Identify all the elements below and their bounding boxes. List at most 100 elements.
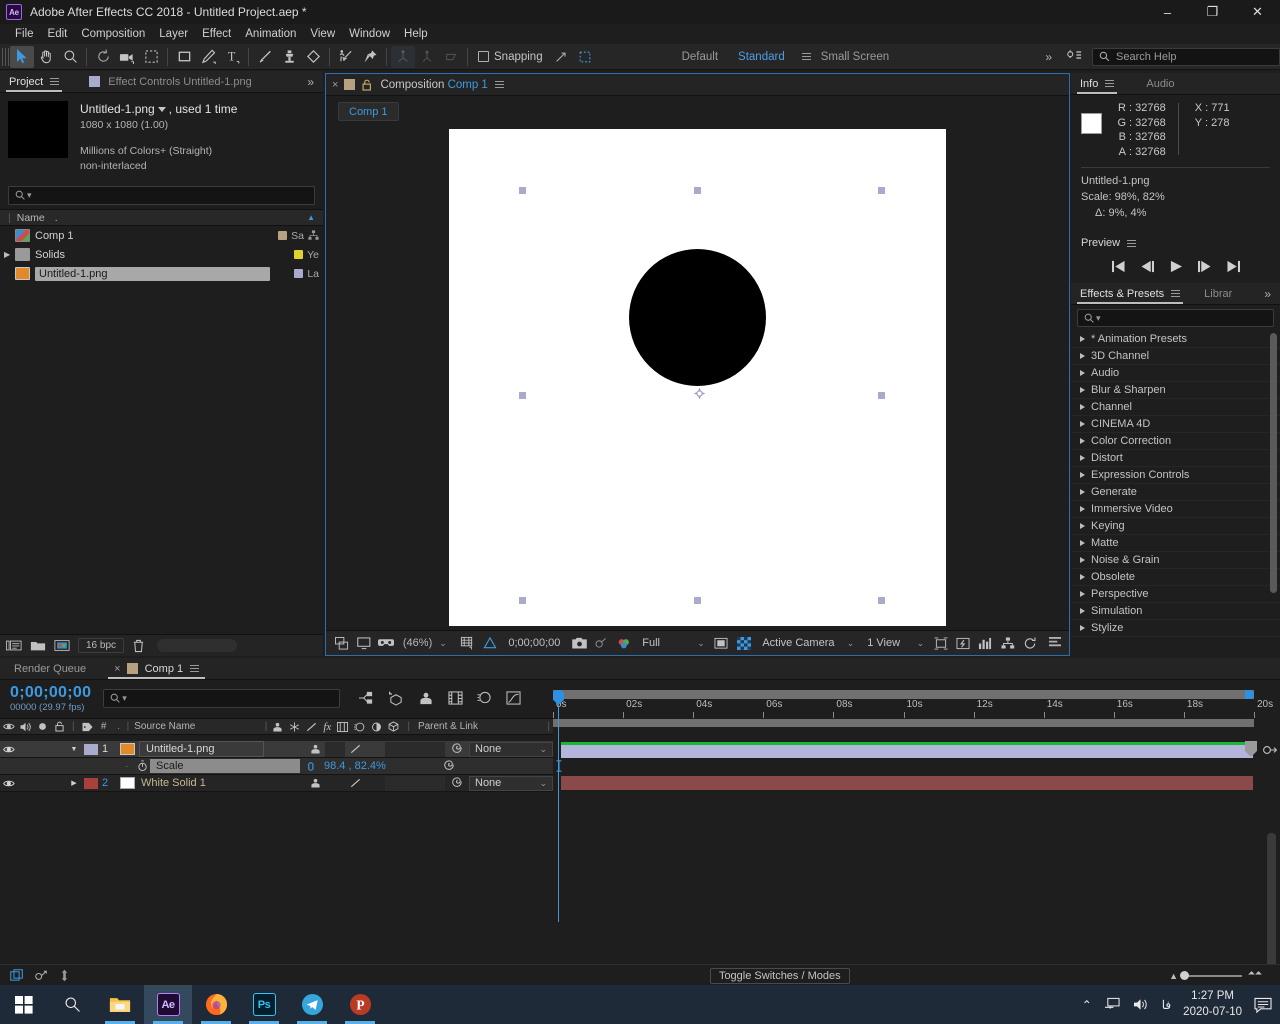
- graph-editor-icon[interactable]: [506, 691, 521, 705]
- volume-icon[interactable]: [1133, 997, 1150, 1012]
- category-expand-arrow-icon[interactable]: [1080, 591, 1085, 597]
- scale-stopwatch-icon[interactable]: [134, 760, 150, 772]
- selection-handle-br[interactable]: [878, 596, 885, 604]
- layer-1-collapse-switch[interactable]: [325, 741, 345, 757]
- effects-scrollbar[interactable]: [1270, 333, 1277, 593]
- workspace-menu-icon[interactable]: [801, 53, 811, 60]
- category-expand-arrow-icon[interactable]: [1080, 438, 1085, 444]
- effects-category-list[interactable]: * Animation Presets 3D Channel Audio Blur &…: [1071, 331, 1280, 656]
- local-axis-mode-icon[interactable]: [391, 45, 415, 68]
- category-expand-arrow-icon[interactable]: [1080, 336, 1085, 342]
- taskbar-after-effects-icon[interactable]: Ae: [144, 985, 192, 1024]
- composition-subtab-comp1[interactable]: Comp 1: [338, 102, 399, 121]
- tab-effect-controls[interactable]: Effect Controls Untitled-1.png: [80, 71, 260, 92]
- category-expand-arrow-icon[interactable]: [1080, 540, 1085, 546]
- hand-tool-icon[interactable]: [34, 46, 58, 68]
- composition-viewer-stage[interactable]: [326, 124, 1069, 630]
- region-of-interest-icon[interactable]: [712, 633, 731, 653]
- project-tabs-overflow[interactable]: »: [298, 71, 323, 92]
- draft-3d-icon[interactable]: [388, 691, 404, 706]
- effects-category-row[interactable]: Noise & Grain: [1071, 552, 1280, 569]
- anchor-point-icon[interactable]: [693, 387, 706, 400]
- category-expand-arrow-icon[interactable]: [1080, 370, 1085, 376]
- parent-link-column-label[interactable]: Parent & Link: [418, 721, 478, 732]
- layer-2-label-swatch[interactable]: [84, 777, 98, 789]
- preview-panel-menu-icon[interactable]: [1127, 239, 1137, 247]
- timeline-vertical-scrollbar[interactable]: [1267, 833, 1276, 973]
- taskbar-telegram-icon[interactable]: [288, 985, 336, 1024]
- effects-category-row[interactable]: Keying: [1071, 518, 1280, 535]
- layer-2-adjustment-switch[interactable]: [425, 775, 445, 791]
- project-item-solids[interactable]: ▶ Solids Ye: [0, 245, 323, 264]
- effects-category-row[interactable]: * Animation Presets: [1071, 331, 1280, 348]
- timeline-property-row-scale[interactable]: · Scale 98.4 , 82.4 %: [0, 758, 553, 775]
- source-name-column-label[interactable]: Source Name: [134, 721, 195, 732]
- effects-category-row[interactable]: 3D Channel: [1071, 348, 1280, 365]
- track-layer-2-bar[interactable]: [561, 776, 1253, 790]
- scale-property-pickwhip[interactable]: [443, 760, 455, 772]
- timeline-search-field[interactable]: [130, 692, 334, 704]
- project-item-untitled-png[interactable]: Untitled-1.png La: [0, 264, 323, 283]
- comp-panel-grip-icon[interactable]: [1046, 633, 1065, 653]
- playhead-line[interactable]: [558, 692, 559, 922]
- effects-category-row[interactable]: Audio: [1071, 365, 1280, 382]
- previous-frame-icon[interactable]: [1140, 260, 1155, 273]
- effects-category-row[interactable]: Expression Controls: [1071, 467, 1280, 484]
- graph-editor-toggle-icon[interactable]: [34, 969, 48, 982]
- layer-2-frameblend-switch[interactable]: [385, 775, 405, 791]
- last-frame-icon[interactable]: [1226, 260, 1241, 273]
- asset-dropdown-icon[interactable]: [157, 106, 166, 112]
- effects-search-input[interactable]: ▾: [1077, 309, 1274, 327]
- layer-2-quality-switch[interactable]: [345, 778, 365, 788]
- brush-tool-icon[interactable]: [253, 46, 277, 68]
- selection-tool-icon[interactable]: [10, 45, 34, 68]
- taskbar-app-p-icon[interactable]: P: [336, 985, 384, 1024]
- layer-1-frameblend-switch[interactable]: [385, 741, 405, 757]
- layer-1-parent-dropdown[interactable]: None ⌄: [469, 741, 553, 757]
- timeline-graph-icon[interactable]: [976, 633, 995, 653]
- tab-effects-presets[interactable]: Effects & Presets: [1071, 283, 1189, 304]
- close-composition-icon[interactable]: ×: [332, 79, 338, 91]
- scale-link-icon[interactable]: [304, 761, 318, 771]
- layer-1-motionblur-switch[interactable]: [405, 741, 425, 757]
- choose-grid-guides-icon[interactable]: [458, 633, 477, 653]
- timeline-layer-row-1[interactable]: ▼ 1 Untitled-1.png None ⌄: [0, 741, 553, 758]
- selection-handle-bl[interactable]: [519, 596, 526, 604]
- category-expand-arrow-icon[interactable]: [1080, 506, 1085, 512]
- layer-2-name[interactable]: White Solid 1: [141, 777, 206, 789]
- project-column-name[interactable]: Name: [17, 212, 45, 224]
- snapping-arrow-icon[interactable]: [549, 46, 573, 68]
- new-composition-icon[interactable]: [54, 639, 70, 652]
- layer-1-name[interactable]: Untitled-1.png: [139, 741, 264, 757]
- viewer-timecode[interactable]: 0;00;00;00: [502, 637, 566, 649]
- composition-panel-menu-icon[interactable]: [494, 81, 504, 88]
- snapping-target-icon[interactable]: [573, 46, 597, 68]
- timeline-current-time[interactable]: 0;00;00;00: [10, 684, 91, 702]
- taskbar-search-icon[interactable]: [48, 985, 96, 1024]
- close-button[interactable]: ✕: [1235, 0, 1280, 24]
- interpret-footage-icon[interactable]: [6, 639, 22, 652]
- menu-animation[interactable]: Animation: [238, 26, 303, 42]
- category-expand-arrow-icon[interactable]: [1080, 455, 1085, 461]
- menu-effect[interactable]: Effect: [195, 26, 238, 42]
- tab-audio[interactable]: Audio: [1137, 73, 1183, 94]
- views-dropdown[interactable]: 1 View ⌄: [861, 634, 928, 652]
- selection-handle-tl[interactable]: [519, 186, 526, 194]
- effects-category-row[interactable]: Perspective: [1071, 586, 1280, 603]
- search-help-input[interactable]: Search Help: [1092, 47, 1280, 66]
- zoom-out-timeline-icon[interactable]: ▲: [1169, 971, 1178, 981]
- always-preview-icon[interactable]: [332, 633, 351, 653]
- layer-2-expand-arrow-icon[interactable]: ▶: [68, 779, 80, 787]
- effects-category-row[interactable]: Distort: [1071, 450, 1280, 467]
- frame-blending-icon[interactable]: [448, 691, 463, 705]
- effects-tabs-overflow[interactable]: »: [1255, 283, 1280, 304]
- scale-value[interactable]: 98.4 , 82.4: [324, 760, 376, 772]
- effects-category-row[interactable]: Generate: [1071, 484, 1280, 501]
- first-frame-icon[interactable]: [1111, 260, 1126, 273]
- layer-1-adjustment-switch[interactable]: [425, 741, 445, 757]
- workspace-overflow-icon[interactable]: »: [1035, 50, 1062, 64]
- selection-handle-mr[interactable]: [878, 391, 885, 399]
- category-expand-arrow-icon[interactable]: [1080, 574, 1085, 580]
- layer-2-visibility-toggle[interactable]: [0, 779, 17, 788]
- menu-help[interactable]: Help: [397, 26, 435, 42]
